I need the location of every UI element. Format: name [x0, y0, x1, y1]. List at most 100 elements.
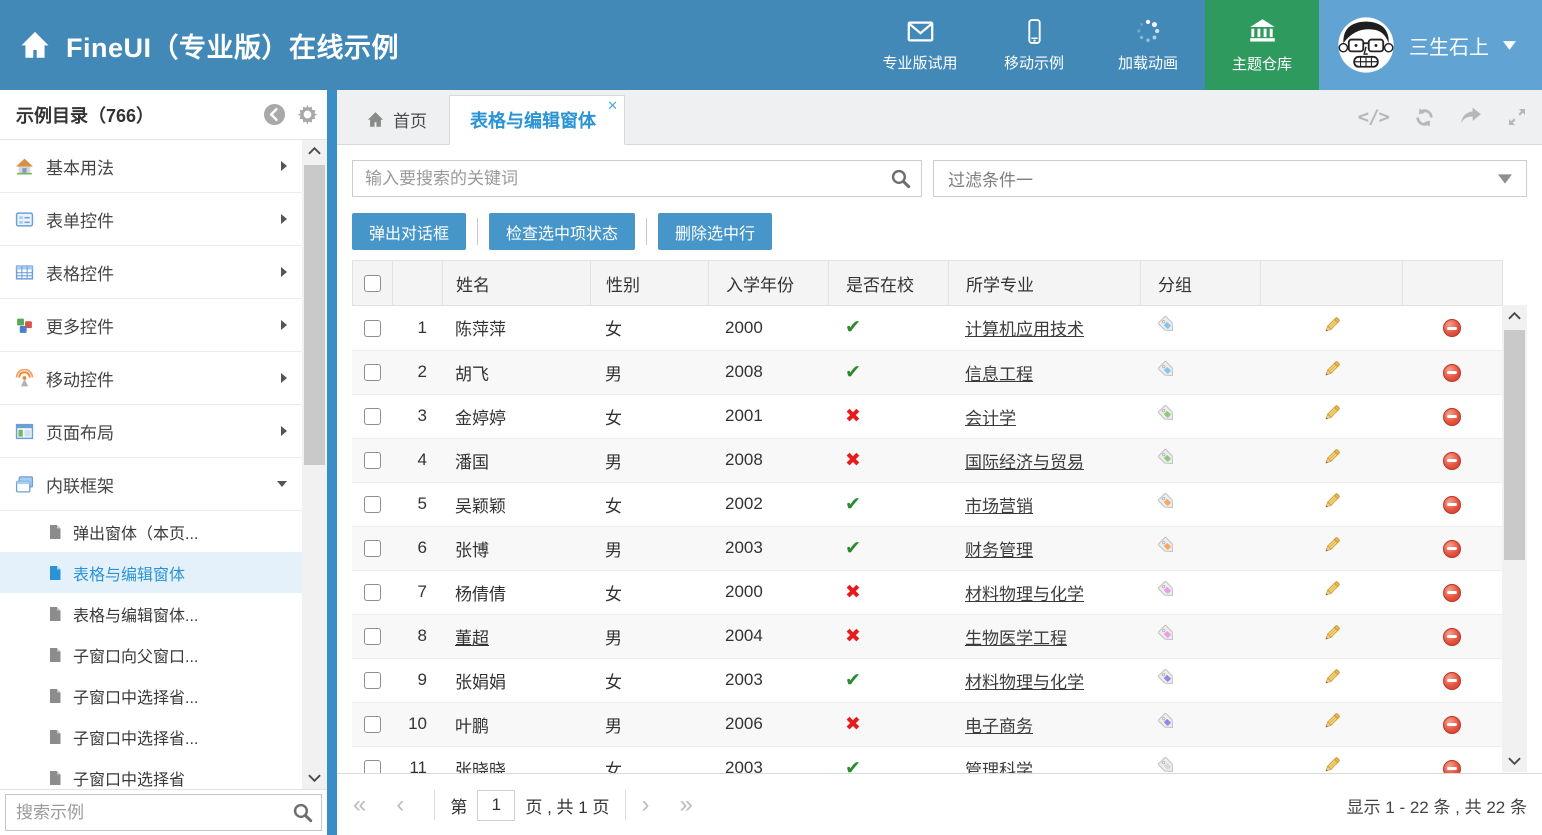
sidebar-submenu-item-4[interactable]: 子窗口中选择省... — [0, 675, 302, 716]
delete-rows-button[interactable]: 删除选中行 — [658, 213, 772, 250]
delete-icon[interactable] — [1443, 408, 1461, 426]
sidebar-submenu-item-3[interactable]: 子窗口向父窗口... — [0, 634, 302, 675]
tab-active[interactable]: 表格与编辑窗体✕ — [449, 95, 625, 145]
major-link[interactable]: 财务管理 — [965, 541, 1033, 560]
delete-icon[interactable] — [1443, 452, 1461, 470]
share-icon[interactable] — [1460, 106, 1482, 128]
edit-pencil-icon[interactable] — [1321, 579, 1342, 600]
row-checkbox[interactable] — [364, 672, 381, 689]
sidebar-menu-item-0[interactable]: 基本用法 — [0, 140, 302, 193]
nav-item-loading-animation[interactable]: 加载动画 — [1091, 0, 1205, 90]
nav-item-trial[interactable]: 专业版试用 — [863, 0, 977, 90]
refresh-icon[interactable] — [1414, 107, 1435, 128]
cell-delete — [1402, 306, 1502, 350]
grid-scrollbar-thumb[interactable] — [1504, 330, 1525, 560]
prev-page-button[interactable]: ‹ — [396, 793, 404, 817]
filter-dropdown[interactable]: 过滤条件一 — [933, 160, 1527, 197]
sidebar-submenu-item-1[interactable]: 表格与编辑窗体 — [0, 552, 302, 593]
sidebar-menu-item-4[interactable]: 移动控件 — [0, 352, 302, 405]
sidebar-menu-item-5[interactable]: 页面布局 — [0, 405, 302, 458]
search-icon[interactable] — [292, 802, 313, 823]
keyword-search-input[interactable] — [353, 161, 921, 196]
row-checkbox[interactable] — [364, 716, 381, 733]
major-link[interactable]: 材料物理与化学 — [965, 585, 1084, 604]
open-dialog-button[interactable]: 弹出对话框 — [352, 213, 466, 250]
sidebar-menu-item-1[interactable]: 表单控件 — [0, 193, 302, 246]
edit-pencil-icon[interactable] — [1321, 755, 1342, 773]
delete-icon[interactable] — [1443, 760, 1461, 773]
sidebar-menu-item-6[interactable]: 内联框架 — [0, 458, 302, 511]
edit-pencil-icon[interactable] — [1321, 491, 1342, 512]
menu-table-icon — [15, 263, 34, 282]
row-checkbox[interactable] — [364, 452, 381, 469]
sidebar-scrollbar-thumb[interactable] — [304, 165, 325, 465]
row-checkbox[interactable] — [364, 540, 381, 557]
grid-body: 1陈萍萍女2000✔计算机应用技术2胡飞男2008✔信息工程3金婷婷女2001✖… — [352, 306, 1527, 773]
row-checkbox[interactable] — [364, 408, 381, 425]
major-link[interactable]: 电子商务 — [965, 717, 1033, 736]
edit-pencil-icon[interactable] — [1321, 711, 1342, 732]
user-menu[interactable]: 三生石上 — [1319, 0, 1542, 90]
gear-icon[interactable] — [296, 103, 319, 126]
delete-icon[interactable] — [1443, 628, 1461, 646]
delete-icon[interactable] — [1443, 540, 1461, 558]
sidebar-submenu-item-2[interactable]: 表格与编辑窗体... — [0, 593, 302, 634]
major-link[interactable]: 生物医学工程 — [965, 629, 1067, 648]
major-link[interactable]: 会计学 — [965, 409, 1016, 428]
major-link[interactable]: 信息工程 — [965, 365, 1033, 384]
edit-pencil-icon[interactable] — [1321, 667, 1342, 688]
delete-icon[interactable] — [1443, 496, 1461, 514]
select-all-checkbox[interactable] — [364, 275, 381, 292]
first-page-button[interactable]: « — [353, 793, 366, 817]
nav-item-theme-store[interactable]: 主题仓库 — [1205, 0, 1319, 90]
row-checkbox[interactable] — [364, 320, 381, 337]
page-input[interactable] — [477, 790, 515, 821]
edit-pencil-icon[interactable] — [1321, 447, 1342, 468]
major-link[interactable]: 市场营销 — [965, 497, 1033, 516]
edit-pencil-icon[interactable] — [1321, 403, 1342, 424]
row-checkbox[interactable] — [364, 584, 381, 601]
search-icon[interactable] — [890, 168, 911, 189]
major-link[interactable]: 管理科学 — [965, 761, 1033, 774]
sidebar-submenu-item-6[interactable]: 子窗口中选择省 — [0, 757, 302, 789]
major-link[interactable]: 计算机应用技术 — [965, 320, 1084, 339]
nav-item-mobile-demo[interactable]: 移动示例 — [977, 0, 1091, 90]
check-selection-button[interactable]: 检查选中项状态 — [489, 213, 635, 250]
cell-status: ✖ — [828, 394, 948, 438]
edit-pencil-icon[interactable] — [1321, 535, 1342, 556]
column-header: 分组 — [1141, 261, 1261, 306]
delete-icon[interactable] — [1443, 364, 1461, 382]
tab-item-0[interactable]: 首页 — [345, 94, 449, 144]
sidebar-submenu-item-0[interactable]: 弹出窗体（本页... — [0, 511, 302, 552]
last-page-button[interactable]: » — [679, 793, 692, 817]
sidebar-menu-item-2[interactable]: 表格控件 — [0, 246, 302, 299]
scroll-down-icon[interactable] — [1502, 750, 1527, 772]
cell-year: 2002 — [708, 482, 828, 526]
edit-pencil-icon[interactable] — [1321, 315, 1342, 336]
delete-icon[interactable] — [1443, 319, 1461, 337]
row-checkbox[interactable] — [364, 628, 381, 645]
row-checkbox[interactable] — [364, 496, 381, 513]
edit-pencil-icon[interactable] — [1321, 623, 1342, 644]
major-link[interactable]: 材料物理与化学 — [965, 673, 1084, 692]
delete-icon[interactable] — [1443, 584, 1461, 602]
cell-name: 吴颖颖 — [442, 482, 590, 526]
nav-item-label: 移动示例 — [1004, 52, 1064, 73]
delete-icon[interactable] — [1443, 716, 1461, 734]
tab-close-icon[interactable]: ✕ — [607, 98, 618, 114]
delete-icon[interactable] — [1443, 672, 1461, 690]
scroll-up-icon[interactable] — [1502, 305, 1527, 327]
collapse-sidebar-icon[interactable] — [263, 103, 286, 126]
sidebar-menu-item-3[interactable]: 更多控件 — [0, 299, 302, 352]
sidebar-search-input[interactable] — [6, 795, 321, 830]
row-checkbox[interactable] — [364, 364, 381, 381]
major-link[interactable]: 国际经济与贸易 — [965, 453, 1084, 472]
sidebar-submenu-item-5[interactable]: 子窗口中选择省... — [0, 716, 302, 757]
expand-icon[interactable] — [1507, 107, 1527, 127]
row-checkbox[interactable] — [364, 760, 381, 773]
cell-group — [1140, 350, 1260, 394]
scroll-down-icon[interactable] — [302, 767, 327, 789]
next-page-button[interactable]: › — [641, 793, 649, 817]
edit-pencil-icon[interactable] — [1321, 359, 1342, 380]
scroll-up-icon[interactable] — [302, 140, 327, 162]
